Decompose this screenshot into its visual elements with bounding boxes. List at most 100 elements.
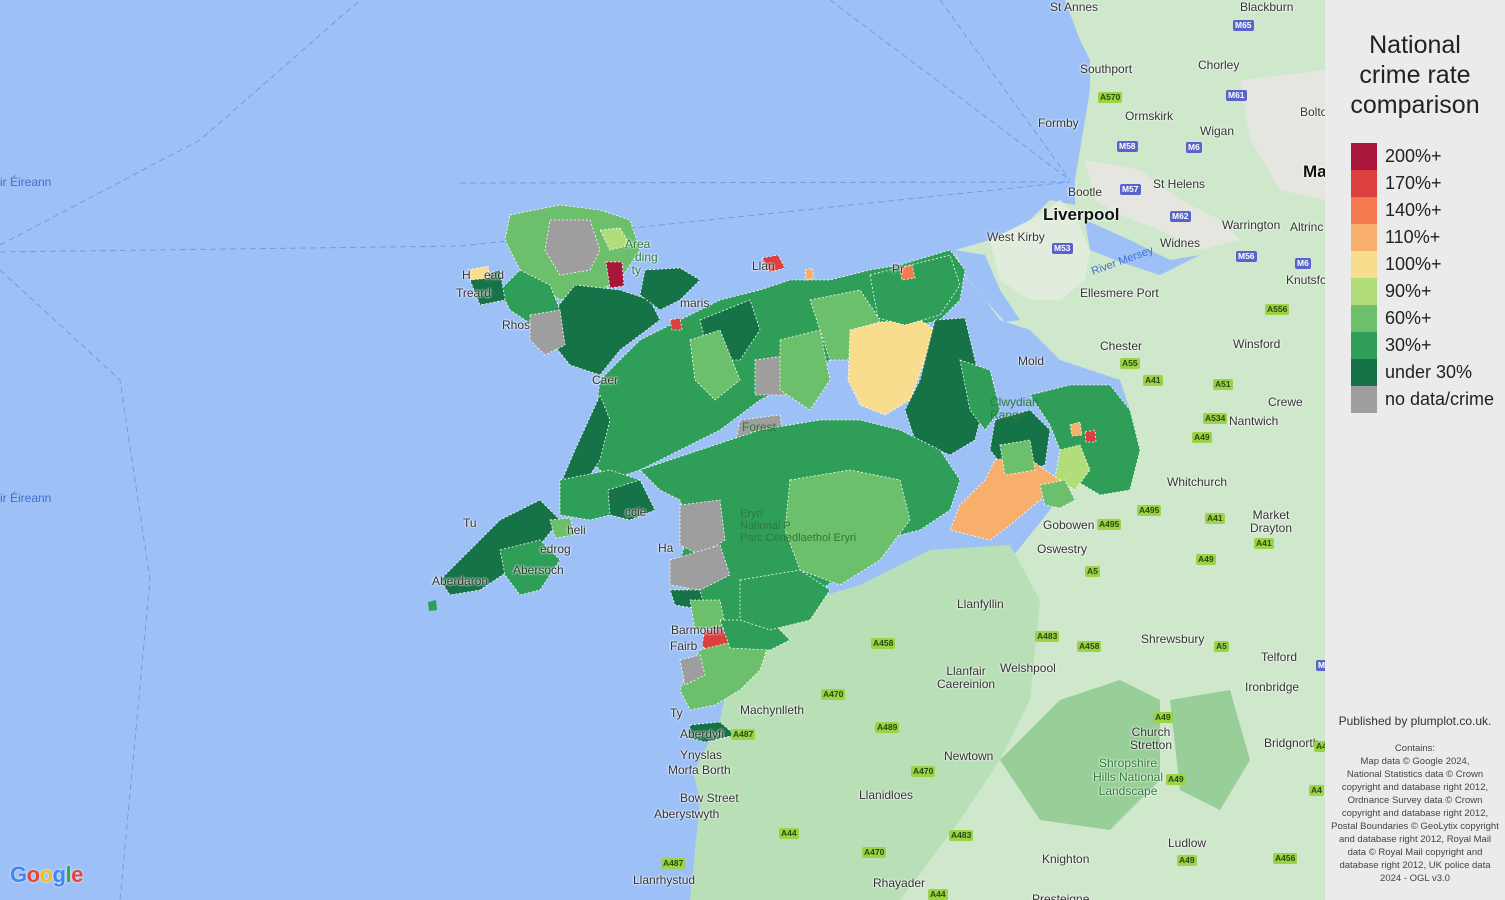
place-abersoch: Abersoch [513,563,564,577]
place-llanbedrog: edrog [540,542,571,556]
road-m6c: M6 [1316,660,1325,671]
place-crewe: Crewe [1268,395,1303,409]
road-a470: A470 [821,689,846,700]
crime-rate-map[interactable]: St Annes Blackburn Southport Chorley Bol… [0,0,1325,900]
place-whitchurch: Whitchurch [1167,475,1228,489]
place-manchester: Ma [1303,162,1325,181]
place-west-kirby: West Kirby [987,230,1045,244]
published-by-text: Published by plumplot.co.uk. [1338,714,1492,728]
place-oswestry: Oswestry [1037,542,1088,556]
road-a4b: A4 [1314,741,1325,752]
place-chorley: Chorley [1198,58,1240,72]
place-presteigne: Presteigne [1032,892,1090,900]
road-a470c: A470 [862,847,887,858]
place-tudweiliog: Tu [463,516,477,530]
google-logo: Google [10,862,83,887]
road-a49d: A49 [1177,855,1197,866]
legend-item: 110%+ [1351,224,1505,251]
legend-label: 30%+ [1385,335,1432,355]
legend-label: 200%+ [1385,146,1442,166]
place-barmouth: Barmouth [671,623,724,637]
legend-item: 140%+ [1351,197,1505,224]
place-shrewsbury: Shrewsbury [1141,632,1205,646]
place-trearddur: Treard [456,286,491,300]
road-a5b: A5 [1214,641,1229,652]
road-a489: A489 [875,722,900,733]
road-m56: M56 [1236,251,1257,262]
place-pwllheli: heli [567,523,586,537]
place-southport: Southport [1080,62,1133,76]
road-a5: A5 [1085,566,1100,577]
road-a487: A487 [731,729,756,740]
place-nantwich: Nantwich [1229,414,1279,428]
road-a44b: A44 [928,889,948,900]
place-llanidloes: Llanidloes [859,788,914,802]
road-a495b: A495 [1137,505,1162,516]
road-a570: A570 [1098,92,1123,103]
place-st-helens: St Helens [1153,177,1206,191]
road-m57: M57 [1120,184,1141,195]
legend-swatch [1351,359,1377,386]
road-m6b: M6 [1295,258,1311,269]
place-llandudno: Llan [752,259,775,273]
legend-swatch [1351,143,1377,170]
legend-item: no data/crime [1351,386,1505,413]
place-wigan: Wigan [1200,124,1235,138]
place-bridgnorth: Bridgnorth [1264,736,1320,750]
place-newtown: Newtown [944,749,994,763]
road-a483b: A483 [949,830,974,841]
legend-panel: National crime rate comparison 200%+ 170%… [1325,0,1505,900]
road-a534: A534 [1203,413,1228,424]
place-area-label: Area ding ty [625,237,658,277]
place-formby: Formby [1038,116,1079,130]
road-a483: A483 [1035,631,1060,642]
road-a44: A44 [779,828,799,839]
legend-title: National crime rate comparison [1350,31,1480,119]
legend-swatch [1351,386,1377,413]
place-bow-street: Bow Street [680,791,739,805]
legend-swatch [1351,170,1377,197]
legend-item: 100%+ [1351,251,1505,278]
legend-item: 200%+ [1351,143,1505,170]
place-holyhead: H ead [462,268,505,282]
place-morfa-borth: Morfa Borth [668,763,731,777]
legend-label: under 30% [1385,362,1473,382]
legend-label: no data/crime [1385,389,1495,409]
place-ironbridge: Ironbridge [1245,680,1300,694]
legend-swatch [1351,197,1377,224]
legend-swatch [1351,305,1377,332]
place-sea-1: ir Éireann [0,175,52,189]
place-criccieth: ccie [625,505,647,519]
place-tywyn: Ty [670,706,683,720]
place-prestatyn: Pr [892,262,904,276]
place-sea-2: ir Éireann [0,491,52,505]
road-a495: A495 [1097,519,1122,530]
place-st-annes: St Annes [1050,0,1099,14]
place-snowdonia: Eryri National P Parc Cenedlaethol Eryri [740,508,857,544]
place-clwydian: Clwydian Range [990,395,1039,422]
road-a456: A456 [1273,853,1298,864]
road-a49c: A49 [1153,712,1173,723]
place-chester: Chester [1100,339,1143,353]
place-gobowen: Gobowen [1043,518,1095,532]
legend-swatch [1351,332,1377,359]
road-a41b: A41 [1205,513,1225,524]
road-m6: M6 [1186,142,1202,153]
place-fairbourne: Fairb [670,639,698,653]
place-aberdyfi: Aberdyfi [680,727,725,741]
place-llanfyllin: Llanfyllin [957,597,1004,611]
road-a41: A41 [1143,375,1163,386]
place-widnes: Widnes [1160,236,1201,250]
place-ynyslas: Ynyslas [680,748,723,762]
legend-swatch [1351,224,1377,251]
place-welshpool: Welshpool [1000,661,1056,675]
place-altrincham: Altrinc [1290,220,1324,234]
place-market-drayton: Market Drayton [1250,508,1293,535]
road-a41c: A41 [1254,538,1274,549]
road-m65: M65 [1233,20,1254,31]
legend-label: 60%+ [1385,308,1432,328]
place-telford: Telford [1261,650,1298,664]
place-harlech: Ha [658,541,674,555]
legend-label: 110%+ [1385,227,1441,247]
place-rhayader: Rhayader [873,876,926,890]
